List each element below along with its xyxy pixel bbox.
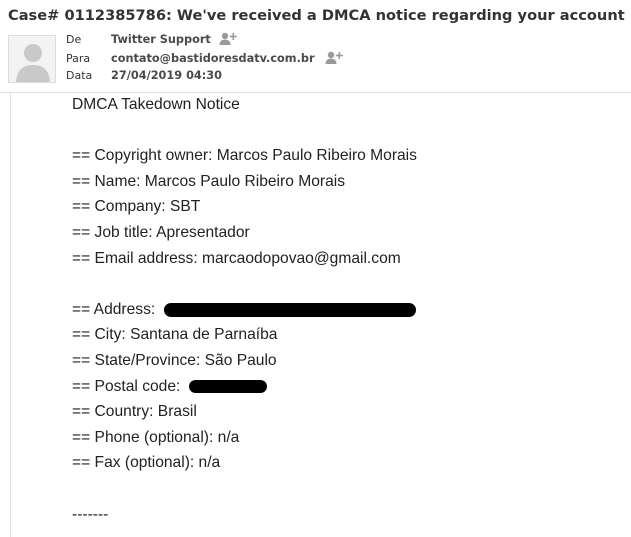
from-label: De bbox=[66, 33, 82, 46]
notice-title: DMCA Takedown Notice bbox=[72, 96, 240, 113]
email-address-line: == Email address: marcaodopovao@gmail.co… bbox=[72, 249, 401, 267]
email-subject: Case# 0112385786: We've received a DMCA … bbox=[8, 7, 625, 24]
city-line: == City: Santana de Parnaíba bbox=[72, 326, 278, 344]
fax-line: == Fax (optional): n/a bbox=[72, 454, 221, 472]
company-line: == Company: SBT bbox=[72, 198, 201, 216]
country-line: == Country: Brasil bbox=[72, 403, 197, 421]
copyright-owner-line: == Copyright owner: Marcos Paulo Ribeiro… bbox=[72, 147, 417, 165]
date-value: 27/04/2019 04:30 bbox=[111, 69, 223, 82]
to-value[interactable]: contato@bastidoresdatv.com.br bbox=[111, 52, 315, 65]
separator-line: ------- bbox=[72, 505, 109, 523]
name-line: == Name: Marcos Paulo Ribeiro Morais bbox=[72, 172, 345, 190]
job-title-line: == Job title: Apresentador bbox=[72, 223, 250, 241]
to-label: Para bbox=[66, 52, 91, 65]
email-body: DMCA Takedown Notice == Copyright owner:… bbox=[72, 92, 417, 527]
redaction-bar bbox=[188, 379, 267, 393]
postal-code-label: == Postal code: bbox=[72, 377, 181, 395]
sender-avatar bbox=[8, 35, 56, 83]
state-line: == State/Province: São Paulo bbox=[72, 351, 277, 369]
body-left-border bbox=[10, 93, 11, 537]
postal-code-line: == Postal code: bbox=[72, 374, 417, 400]
phone-line: == Phone (optional): n/a bbox=[72, 428, 240, 446]
date-label: Data bbox=[66, 69, 93, 82]
add-contact-icon[interactable] bbox=[219, 31, 237, 50]
address-label: == Address: bbox=[72, 300, 156, 318]
from-value[interactable]: Twitter Support bbox=[111, 33, 211, 46]
redaction-bar bbox=[163, 302, 416, 317]
add-contact-icon[interactable] bbox=[325, 50, 343, 69]
address-line: == Address: bbox=[72, 297, 417, 323]
